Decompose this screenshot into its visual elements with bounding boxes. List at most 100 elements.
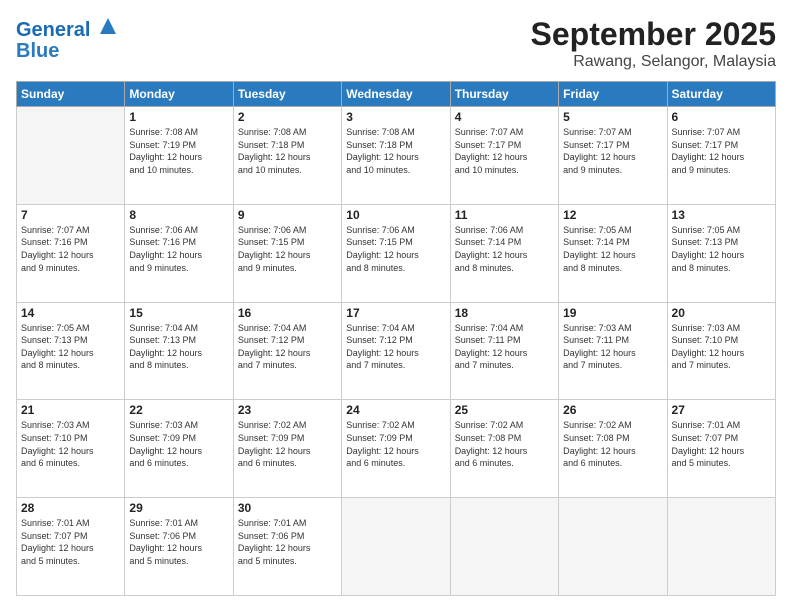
calendar-cell: 16 Sunrise: 7:04 AM Sunset: 7:12 PM Dayli… bbox=[233, 302, 341, 400]
calendar-cell: 3Sunrise: 7:08 AM Sunset: 7:18 PM Daylig… bbox=[342, 107, 450, 205]
day-info: Sunrise: 7:03 AM Sunset: 7:09 PM Dayligh… bbox=[129, 419, 228, 469]
calendar-table: SundayMondayTuesdayWednesdayThursdayFrid… bbox=[16, 81, 776, 596]
day-number: 20 bbox=[672, 306, 771, 320]
calendar-cell: 20 Sunrise: 7:03 AM Sunset: 7:10 PM Dayli… bbox=[667, 302, 775, 400]
day-number: 2 bbox=[238, 110, 337, 124]
day-number: 25 bbox=[455, 403, 554, 417]
calendar-cell: 27 Sunrise: 7:01 AM Sunset: 7:07 PM Dayli… bbox=[667, 400, 775, 498]
calendar-cell: 12 Sunrise: 7:05 AM Sunset: 7:14 PM Dayli… bbox=[559, 204, 667, 302]
day-number: 23 bbox=[238, 403, 337, 417]
day-info: Sunrise: 7:05 AM Sunset: 7:13 PM Dayligh… bbox=[21, 322, 120, 372]
calendar-week-row: 14 Sunrise: 7:05 AM Sunset: 7:13 PM Dayli… bbox=[17, 302, 776, 400]
calendar-cell: 6 Sunrise: 7:07 AM Sunset: 7:17 PM Daylig… bbox=[667, 107, 775, 205]
day-info: Sunrise: 7:02 AM Sunset: 7:08 PM Dayligh… bbox=[563, 419, 662, 469]
weekday-header: Friday bbox=[559, 82, 667, 107]
day-number: 24 bbox=[346, 403, 445, 417]
calendar-cell: 22 Sunrise: 7:03 AM Sunset: 7:09 PM Dayli… bbox=[125, 400, 233, 498]
day-info: Sunrise: 7:02 AM Sunset: 7:08 PM Dayligh… bbox=[455, 419, 554, 469]
day-info: Sunrise: 7:02 AM Sunset: 7:09 PM Dayligh… bbox=[238, 419, 337, 469]
day-info: Sunrise: 7:05 AM Sunset: 7:13 PM Dayligh… bbox=[672, 224, 771, 274]
calendar-cell: 2 Sunrise: 7:08 AM Sunset: 7:18 PM Daylig… bbox=[233, 107, 341, 205]
calendar-cell: 15Sunrise: 7:04 AM Sunset: 7:13 PM Dayli… bbox=[125, 302, 233, 400]
day-info: Sunrise: 7:03 AM Sunset: 7:11 PM Dayligh… bbox=[563, 322, 662, 372]
calendar-cell bbox=[667, 498, 775, 596]
calendar-cell: 4Sunrise: 7:07 AM Sunset: 7:17 PM Daylig… bbox=[450, 107, 558, 205]
calendar-week-row: 28Sunrise: 7:01 AM Sunset: 7:07 PM Dayli… bbox=[17, 498, 776, 596]
calendar-cell: 13 Sunrise: 7:05 AM Sunset: 7:13 PM Dayli… bbox=[667, 204, 775, 302]
day-info: Sunrise: 7:02 AM Sunset: 7:09 PM Dayligh… bbox=[346, 419, 445, 469]
calendar-cell: 23 Sunrise: 7:02 AM Sunset: 7:09 PM Dayli… bbox=[233, 400, 341, 498]
title-block: September 2025 Rawang, Selangor, Malaysi… bbox=[531, 16, 776, 71]
day-number: 27 bbox=[672, 403, 771, 417]
day-info: Sunrise: 7:05 AM Sunset: 7:14 PM Dayligh… bbox=[563, 224, 662, 274]
weekday-header: Tuesday bbox=[233, 82, 341, 107]
day-info: Sunrise: 7:01 AM Sunset: 7:06 PM Dayligh… bbox=[129, 517, 228, 567]
calendar-cell: 14 Sunrise: 7:05 AM Sunset: 7:13 PM Dayli… bbox=[17, 302, 125, 400]
day-info: Sunrise: 7:08 AM Sunset: 7:18 PM Dayligh… bbox=[238, 126, 337, 176]
calendar-cell: 8 Sunrise: 7:06 AM Sunset: 7:16 PM Daylig… bbox=[125, 204, 233, 302]
day-number: 10 bbox=[346, 208, 445, 222]
day-info: Sunrise: 7:06 AM Sunset: 7:15 PM Dayligh… bbox=[238, 224, 337, 274]
calendar-cell: 26 Sunrise: 7:02 AM Sunset: 7:08 PM Dayli… bbox=[559, 400, 667, 498]
day-number: 7 bbox=[21, 208, 120, 222]
logo-icon bbox=[98, 16, 118, 36]
day-number: 26 bbox=[563, 403, 662, 417]
weekday-header-row: SundayMondayTuesdayWednesdayThursdayFrid… bbox=[17, 82, 776, 107]
location: Rawang, Selangor, Malaysia bbox=[531, 53, 776, 71]
calendar-cell: 5Sunrise: 7:07 AM Sunset: 7:17 PM Daylig… bbox=[559, 107, 667, 205]
day-info: Sunrise: 7:04 AM Sunset: 7:13 PM Dayligh… bbox=[129, 322, 228, 372]
calendar-cell bbox=[450, 498, 558, 596]
day-number: 14 bbox=[21, 306, 120, 320]
day-info: Sunrise: 7:07 AM Sunset: 7:17 PM Dayligh… bbox=[672, 126, 771, 176]
day-number: 8 bbox=[129, 208, 228, 222]
calendar-cell: 24 Sunrise: 7:02 AM Sunset: 7:09 PM Dayli… bbox=[342, 400, 450, 498]
day-number: 6 bbox=[672, 110, 771, 124]
calendar-cell: 17Sunrise: 7:04 AM Sunset: 7:12 PM Dayli… bbox=[342, 302, 450, 400]
weekday-header: Saturday bbox=[667, 82, 775, 107]
day-number: 18 bbox=[455, 306, 554, 320]
day-number: 9 bbox=[238, 208, 337, 222]
calendar-cell: 29 Sunrise: 7:01 AM Sunset: 7:06 PM Dayli… bbox=[125, 498, 233, 596]
calendar-cell: 30Sunrise: 7:01 AM Sunset: 7:06 PM Dayli… bbox=[233, 498, 341, 596]
day-info: Sunrise: 7:01 AM Sunset: 7:07 PM Dayligh… bbox=[672, 419, 771, 469]
page: General Blue September 2025 Rawang, Sela… bbox=[0, 0, 792, 612]
day-info: Sunrise: 7:06 AM Sunset: 7:16 PM Dayligh… bbox=[129, 224, 228, 274]
day-info: Sunrise: 7:01 AM Sunset: 7:07 PM Dayligh… bbox=[21, 517, 120, 567]
logo-blue: Blue bbox=[16, 41, 118, 61]
day-number: 16 bbox=[238, 306, 337, 320]
day-number: 17 bbox=[346, 306, 445, 320]
calendar-week-row: 21Sunrise: 7:03 AM Sunset: 7:10 PM Dayli… bbox=[17, 400, 776, 498]
calendar-cell bbox=[17, 107, 125, 205]
day-number: 19 bbox=[563, 306, 662, 320]
day-info: Sunrise: 7:06 AM Sunset: 7:15 PM Dayligh… bbox=[346, 224, 445, 274]
day-number: 3 bbox=[346, 110, 445, 124]
calendar-cell: 10 Sunrise: 7:06 AM Sunset: 7:15 PM Dayli… bbox=[342, 204, 450, 302]
day-number: 13 bbox=[672, 208, 771, 222]
calendar-cell: 1Sunrise: 7:08 AM Sunset: 7:19 PM Daylig… bbox=[125, 107, 233, 205]
day-info: Sunrise: 7:06 AM Sunset: 7:14 PM Dayligh… bbox=[455, 224, 554, 274]
day-info: Sunrise: 7:07 AM Sunset: 7:17 PM Dayligh… bbox=[455, 126, 554, 176]
calendar-cell: 21Sunrise: 7:03 AM Sunset: 7:10 PM Dayli… bbox=[17, 400, 125, 498]
calendar-cell bbox=[559, 498, 667, 596]
calendar-cell: 9 Sunrise: 7:06 AM Sunset: 7:15 PM Daylig… bbox=[233, 204, 341, 302]
weekday-header: Monday bbox=[125, 82, 233, 107]
calendar-cell: 18 Sunrise: 7:04 AM Sunset: 7:11 PM Dayli… bbox=[450, 302, 558, 400]
logo-text: General bbox=[16, 16, 118, 41]
weekday-header: Sunday bbox=[17, 82, 125, 107]
logo: General Blue bbox=[16, 16, 118, 61]
day-number: 29 bbox=[129, 501, 228, 515]
day-info: Sunrise: 7:04 AM Sunset: 7:11 PM Dayligh… bbox=[455, 322, 554, 372]
calendar-cell: 19 Sunrise: 7:03 AM Sunset: 7:11 PM Dayli… bbox=[559, 302, 667, 400]
calendar-week-row: 1Sunrise: 7:08 AM Sunset: 7:19 PM Daylig… bbox=[17, 107, 776, 205]
day-info: Sunrise: 7:07 AM Sunset: 7:17 PM Dayligh… bbox=[563, 126, 662, 176]
day-number: 22 bbox=[129, 403, 228, 417]
day-number: 21 bbox=[21, 403, 120, 417]
day-number: 12 bbox=[563, 208, 662, 222]
calendar-cell bbox=[342, 498, 450, 596]
day-number: 30 bbox=[238, 501, 337, 515]
day-info: Sunrise: 7:08 AM Sunset: 7:19 PM Dayligh… bbox=[129, 126, 228, 176]
month-title: September 2025 bbox=[531, 16, 776, 53]
calendar-cell: 25 Sunrise: 7:02 AM Sunset: 7:08 PM Dayli… bbox=[450, 400, 558, 498]
day-info: Sunrise: 7:03 AM Sunset: 7:10 PM Dayligh… bbox=[672, 322, 771, 372]
day-info: Sunrise: 7:04 AM Sunset: 7:12 PM Dayligh… bbox=[238, 322, 337, 372]
